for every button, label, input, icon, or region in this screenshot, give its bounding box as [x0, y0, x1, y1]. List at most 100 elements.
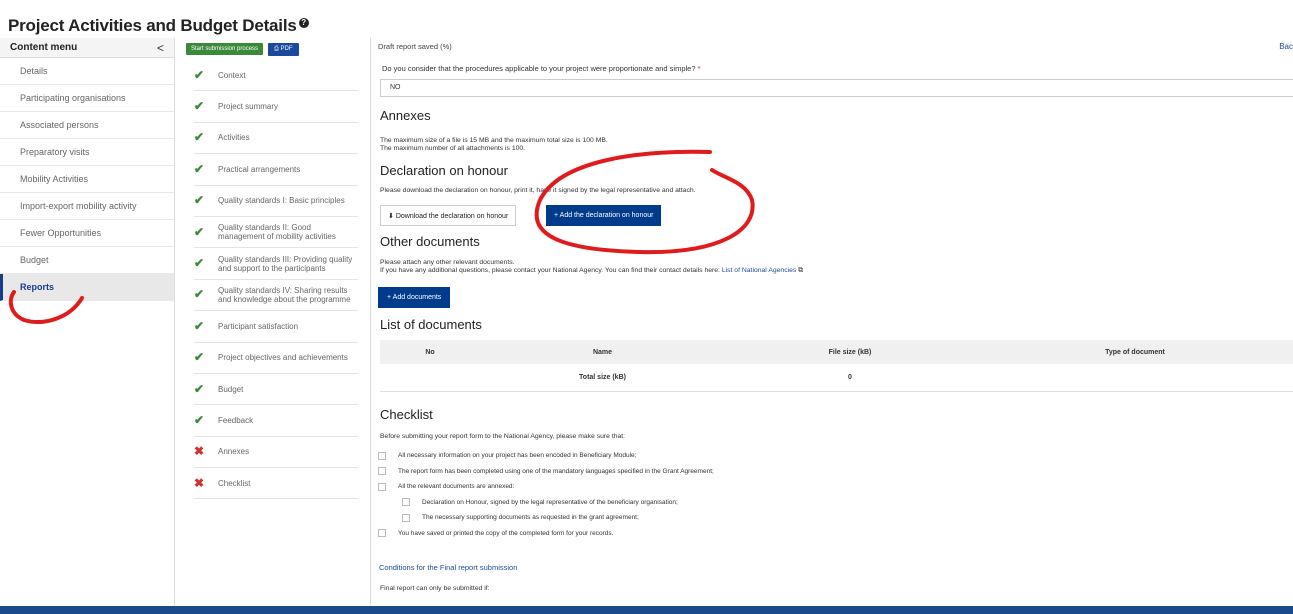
section-item[interactable]: ✔ Activities: [194, 123, 358, 155]
other-documents-heading: Other documents: [380, 234, 480, 249]
section-item-label: Quality standards III: Providing quality…: [218, 254, 353, 273]
checklist-heading: Checklist: [380, 407, 433, 422]
checklist-checkbox[interactable]: [378, 467, 386, 476]
checklist-item-label: All the relevant documents are annexed:: [398, 483, 515, 491]
section-item[interactable]: ✔ Project summary: [194, 91, 358, 123]
content-menu-item[interactable]: Budget: [0, 247, 174, 274]
content-menu-item[interactable]: Associated persons: [0, 112, 174, 139]
start-submission-button[interactable]: Start submission process: [186, 43, 264, 55]
content-menu-item[interactable]: Import-export mobility activity: [0, 193, 174, 220]
checkmark-icon: ✔: [194, 224, 205, 239]
procedures-answer-select[interactable]: NO: [380, 79, 1293, 97]
section-item[interactable]: ✔ Context: [194, 60, 358, 92]
section-item-label: Quality standards II: Good management of…: [218, 223, 336, 242]
section-item-label: Annexes: [218, 447, 250, 457]
page-title: Project Activities and Budget Details?: [8, 16, 309, 36]
checklist-item-label: All necessary information on your projec…: [398, 452, 637, 460]
required-marker: *: [697, 64, 701, 73]
checklist-item: All the relevant documents are annexed:: [378, 479, 714, 495]
sections-menu: Start submission process ⎙ PDF ✔ Context ✔…: [176, 38, 371, 614]
list-of-documents-heading: List of documents: [380, 317, 482, 332]
section-item-label: Participant satisfaction: [218, 321, 299, 331]
checkmark-icon: ✔: [194, 130, 205, 145]
report-main: Draft report saved (%) Bac Do you consid…: [372, 38, 1293, 606]
documents-table-header: No Name File size (kB) Type of document: [380, 340, 1293, 364]
section-item[interactable]: ✔ Quality standards IV: Sharing results a…: [194, 280, 358, 312]
content-menu-item[interactable]: Mobility Activities: [0, 166, 174, 193]
checkmark-icon: ✔: [194, 381, 205, 396]
documents-table: No Name File size (kB) Type of document …: [380, 340, 1293, 392]
empty-cell: [380, 364, 480, 392]
checklist-checkbox[interactable]: [402, 513, 410, 522]
conditions-link[interactable]: Conditions for the Final report submissi…: [379, 563, 517, 572]
checklist-checkbox[interactable]: [378, 529, 386, 538]
submission-toolbar: Start submission process ⎙ PDF: [176, 38, 370, 60]
bottom-bar: [0, 606, 1293, 614]
help-icon[interactable]: ?: [298, 18, 309, 28]
section-item[interactable]: ✔ Quality standards III: Providing qualit…: [194, 248, 358, 280]
add-declaration-button[interactable]: + Add the declaration on honour: [546, 205, 662, 226]
checklist-item: All necessary information on your projec…: [378, 448, 714, 464]
checkmark-icon: ✔: [194, 287, 205, 302]
add-declaration-label: Add the declaration on honour: [559, 212, 654, 219]
total-size-row: Total size (kB) 0: [380, 364, 1293, 392]
add-documents-label: Add documents: [392, 294, 442, 301]
pdf-button-label: PDF: [280, 45, 293, 52]
checklist-checkbox[interactable]: [402, 498, 410, 507]
col-header-no: No: [380, 340, 480, 364]
content-menu-title: Content menu: [10, 42, 78, 53]
content-menu: Content menu < Details Participating orga…: [0, 38, 175, 614]
checkmark-icon: ✔: [194, 67, 205, 82]
section-item[interactable]: ✔ Feedback: [194, 405, 358, 437]
checklist-checkbox[interactable]: [378, 451, 386, 460]
cross-icon: ✖: [194, 444, 205, 459]
checklist-item-label: Declaration on Honour, signed by the leg…: [422, 498, 678, 506]
national-agencies-link[interactable]: List of National Agencies: [722, 267, 796, 274]
section-item-label: Quality standards IV: Sharing results an…: [218, 285, 351, 304]
section-item[interactable]: ✔ Budget: [194, 374, 358, 406]
external-link-icon[interactable]: ⧉: [798, 267, 803, 274]
checklist-item-label: The necessary supporting documents as re…: [422, 514, 639, 522]
empty-cell: [975, 364, 1293, 392]
pdf-button[interactable]: ⎙ PDF: [268, 42, 299, 56]
col-header-type: Type of document: [975, 340, 1293, 364]
checklist-item-label: You have saved or printed the copy of th…: [398, 529, 614, 537]
collapse-chevron-icon[interactable]: <: [157, 41, 164, 55]
content-menu-item[interactable]: Details: [0, 58, 174, 85]
section-item[interactable]: ✔ Quality standards I: Basic principles: [194, 186, 358, 217]
checklist-intro: Before submitting your report form to th…: [380, 433, 626, 440]
section-item[interactable]: ✖ Annexes: [194, 437, 358, 469]
cross-icon: ✖: [194, 475, 205, 490]
sections-list: ✔ Context ✔ Project summary ✔ Activities ✔ Prac…: [194, 60, 358, 500]
section-item-label: Practical arrangements: [218, 164, 301, 174]
back-link[interactable]: Bac: [1279, 42, 1293, 51]
section-item[interactable]: ✔ Quality standards II: Good management o…: [194, 217, 358, 249]
content-menu-header: Content menu <: [0, 38, 174, 58]
section-item[interactable]: ✔ Project objectives and achievements: [194, 343, 358, 374]
content-menu-item[interactable]: Participating organisations: [0, 85, 174, 112]
total-size-value: 0: [725, 364, 975, 392]
content-menu-item[interactable]: Preparatory visits: [0, 139, 174, 166]
final-report-text: Final report can only be submitted if:: [380, 585, 490, 592]
content-menu-item[interactable]: Fewer Opportunities: [0, 220, 174, 247]
checklist-checkbox[interactable]: [378, 482, 386, 491]
section-item[interactable]: ✔ Practical arrangements: [194, 154, 358, 186]
section-item[interactable]: ✔ Participant satisfaction: [194, 311, 358, 343]
section-item-label: Checklist: [218, 478, 251, 488]
checklist-item: You have saved or printed the copy of th…: [378, 526, 714, 542]
download-icon: ⬇: [388, 212, 396, 220]
section-item-label: Project summary: [218, 102, 279, 112]
section-item-label: Context: [218, 70, 246, 80]
checklist-item: The necessary supporting documents as re…: [378, 510, 714, 526]
checkmark-icon: ✔: [194, 350, 205, 365]
add-documents-button[interactable]: + Add documents: [378, 287, 451, 308]
download-declaration-button[interactable]: ⬇ Download the declaration on honour: [380, 205, 517, 226]
section-item[interactable]: ✖ Checklist: [194, 468, 358, 500]
checkmark-icon: ✔: [194, 161, 205, 176]
content-menu-item[interactable]: Reports: [0, 274, 174, 301]
declaration-instructions: Please download the declaration on honou…: [380, 187, 696, 194]
national-agency-text-body: If you have any additional questions, pl…: [380, 267, 720, 274]
checkmark-icon: ✔: [194, 318, 205, 333]
checklist-item: Declaration on Honour, signed by the leg…: [378, 495, 714, 511]
page-title-text: Project Activities and Budget Details: [8, 16, 297, 35]
